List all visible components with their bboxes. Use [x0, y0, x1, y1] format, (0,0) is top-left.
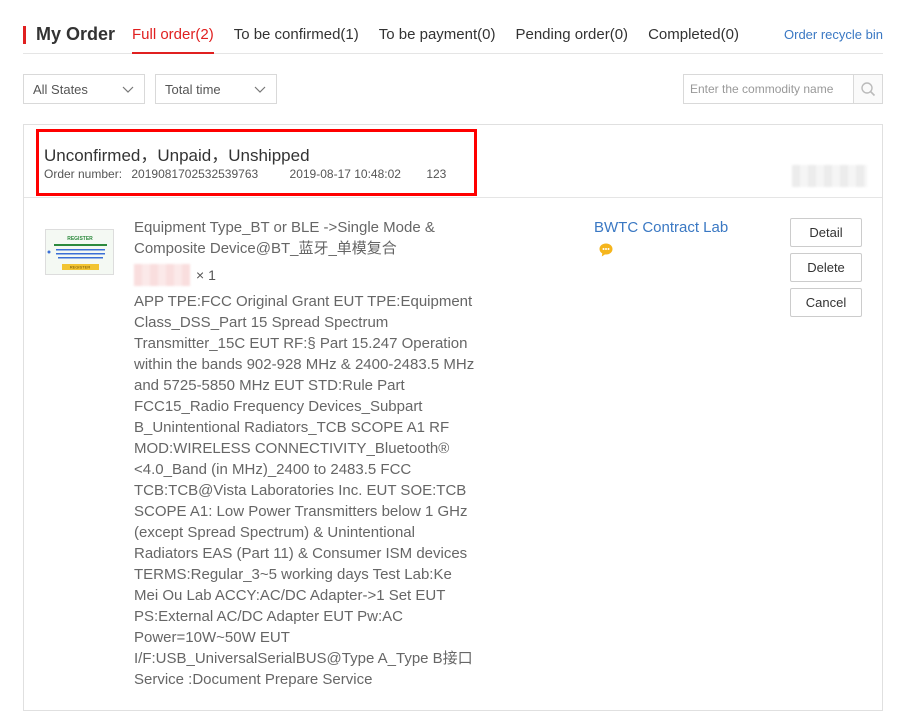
product-name[interactable]: Equipment Type_BT or BLE ->Single Mode &… [134, 217, 464, 259]
order-meta: Order number: 2019081702532539763 2019-0… [44, 167, 446, 181]
order-card-header: Unconfirmed，Unpaid，Unshipped Order numbe… [24, 125, 882, 198]
search-icon [861, 82, 876, 97]
order-header: My Order Full order(2) To be confirmed(1… [23, 18, 883, 54]
order-tabs: Full order(2) To be confirmed(1) To be p… [132, 26, 759, 54]
chevron-down-icon [122, 86, 134, 93]
product-description: APP TPE:FCC Original Grant EUT TPE:Equip… [134, 293, 475, 688]
quantity: × 1 [196, 267, 216, 283]
order-recycle-bin-link[interactable]: Order recycle bin [784, 27, 883, 42]
order-number: 2019081702532539763 [131, 167, 259, 181]
order-status: Unconfirmed，Unpaid，Unshipped [44, 146, 310, 165]
search-box [683, 74, 883, 104]
search-button[interactable] [853, 75, 882, 103]
product-thumbnail[interactable]: REGISTER REGISTER [45, 229, 114, 275]
page-title: My Order [36, 24, 116, 44]
lab-name: BWTC Contract Lab [594, 219, 729, 236]
time-select[interactable]: Total time [155, 74, 277, 104]
order-number-label: Order number: [44, 167, 123, 181]
tab-to-be-confirmed[interactable]: To be confirmed(1) [234, 26, 359, 43]
cancel-button[interactable]: Cancel [790, 288, 862, 317]
quantity-row: × 1 [134, 264, 216, 286]
blurred-price [134, 264, 190, 286]
tab-full-order[interactable]: Full order(2) [132, 26, 214, 54]
title-accent-bar [23, 26, 26, 44]
thumb-register-text: REGISTER [67, 236, 93, 242]
thumb-register-label: REGISTER [70, 265, 91, 270]
state-select-value: All States [33, 82, 88, 97]
register-image: REGISTER REGISTER [46, 230, 113, 274]
delete-button[interactable]: Delete [790, 253, 862, 282]
chevron-down-icon [254, 86, 266, 93]
tab-completed[interactable]: Completed(0) [648, 26, 739, 43]
tab-to-be-payment[interactable]: To be payment(0) [379, 26, 496, 43]
blurred-total [792, 165, 867, 187]
order-code: 123 [426, 167, 447, 181]
chat-bubble-icon[interactable] [598, 242, 614, 258]
tab-pending-order[interactable]: Pending order(0) [515, 26, 628, 43]
detail-button[interactable]: Detail [790, 218, 862, 247]
order-datetime: 2019-08-17 10:48:02 [289, 167, 401, 181]
commodity-search-input[interactable] [684, 75, 854, 103]
order-card: Unconfirmed，Unpaid，Unshipped Order numbe… [23, 124, 883, 711]
lab-link[interactable]: BWTC Contract Lab [594, 217, 734, 261]
state-select[interactable]: All States [23, 74, 145, 104]
time-select-value: Total time [165, 82, 221, 97]
